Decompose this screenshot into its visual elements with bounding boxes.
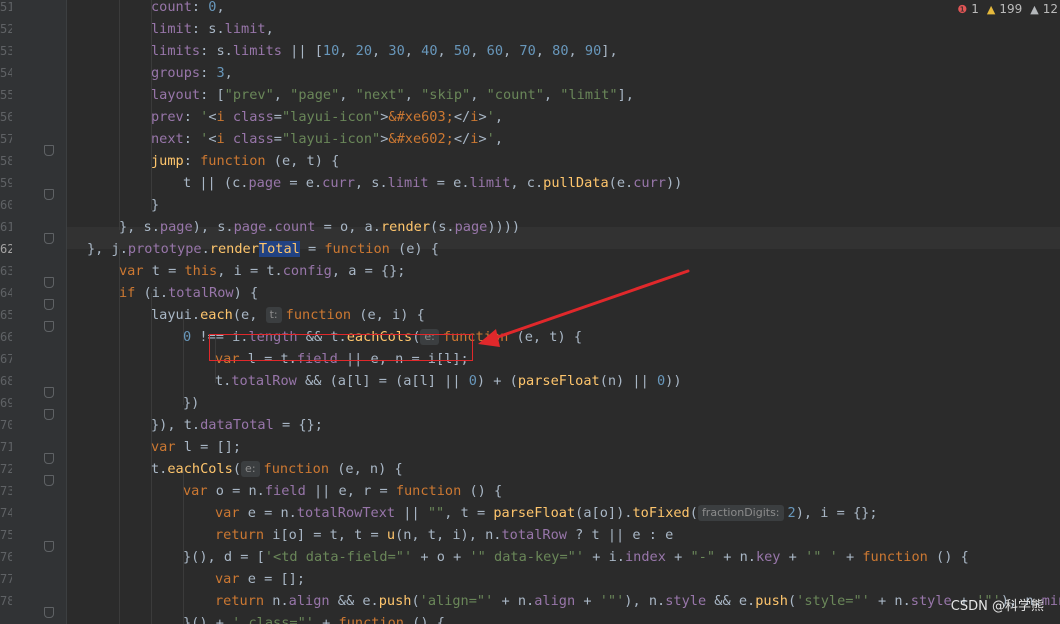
error-icon: ❶	[957, 2, 968, 16]
watermark: CSDN @科学熊	[950, 599, 1044, 614]
error-count: 1	[971, 2, 979, 16]
weak-warning-icon: ▲	[1030, 2, 1039, 16]
inspection-widget[interactable]: ❶ 1 ▲ 199 ▲ 12	[957, 0, 1060, 18]
warning-count: 199	[999, 2, 1023, 16]
annotation-arrow	[478, 269, 690, 347]
weak-warning-count: 12	[1042, 2, 1058, 16]
warning-icon: ▲	[986, 2, 996, 16]
